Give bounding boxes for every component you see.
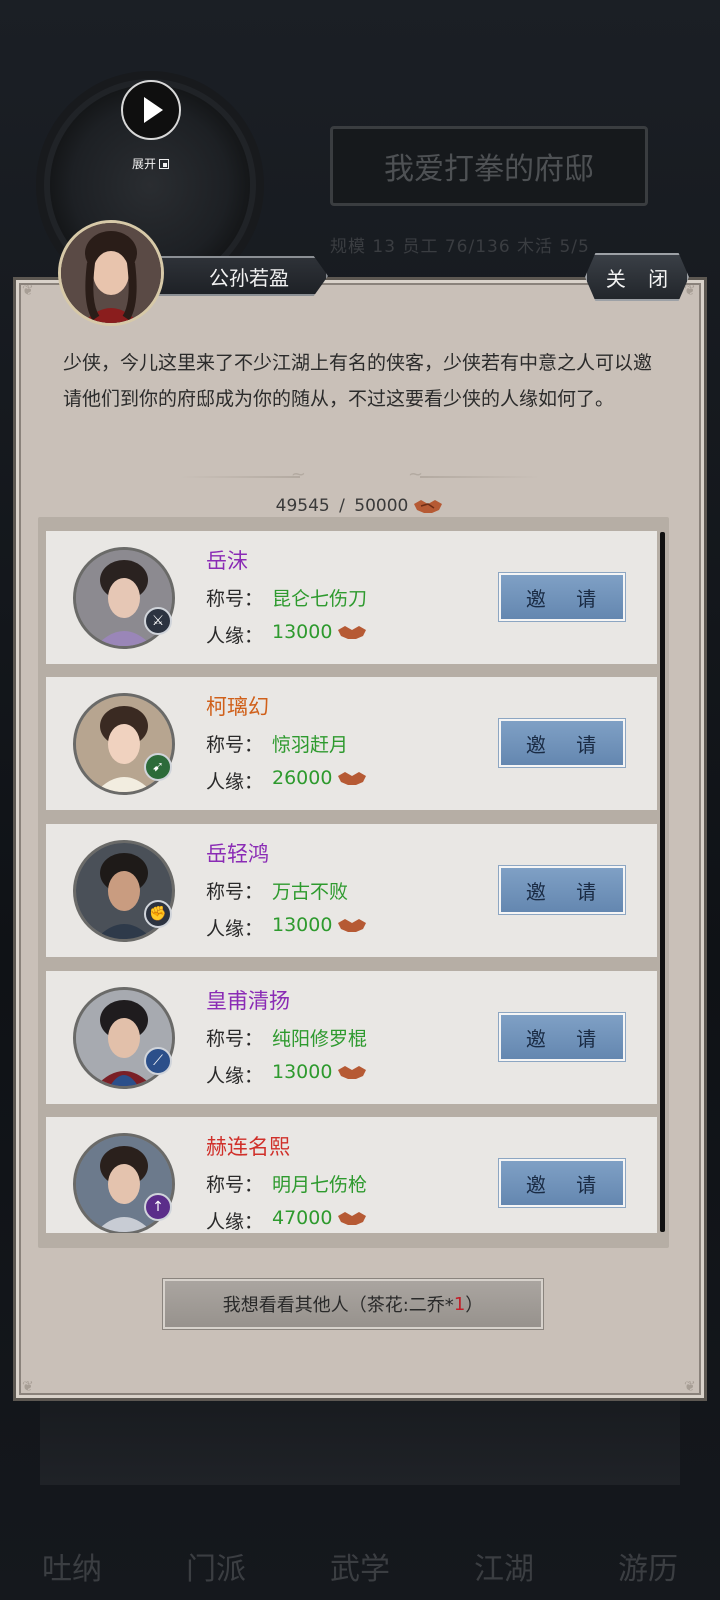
- npc-avatar: [58, 220, 164, 326]
- hero-cost: 47000: [272, 1207, 368, 1229]
- hero-card: ↑ 赫连名熙 称号： 明月七伤枪 人缘： 47000 邀 请: [46, 1117, 657, 1233]
- hero-card: ⟋ 皇甫清扬 称号： 纯阳修罗棍 人缘： 13000 邀 请: [46, 971, 657, 1104]
- popularity-label: 人缘：: [206, 771, 264, 793]
- handshake-icon: [338, 1212, 367, 1225]
- hero-cost: 13000: [272, 914, 368, 936]
- invite-button[interactable]: 邀 请: [498, 1158, 626, 1208]
- nav-wuxue: 武学: [330, 1552, 390, 1587]
- npc-dialog-text: 少侠，今儿这里来了不少江湖上有名的侠客，少侠若有中意之人可以邀请他们到你的府邸成…: [63, 352, 653, 410]
- popularity-current: 49545: [275, 496, 330, 516]
- handshake-icon: [338, 1066, 367, 1079]
- hero-title: 万古不败: [272, 881, 349, 903]
- popularity-label: 人缘：: [206, 1211, 264, 1233]
- list-scrollbar[interactable]: [660, 532, 665, 1232]
- hero-cost-value: 13000: [272, 1061, 333, 1083]
- invite-button[interactable]: 邀 请: [498, 865, 626, 915]
- hero-name: 岳沫: [206, 549, 248, 573]
- close-button[interactable]: 关 闭: [585, 253, 689, 301]
- weapon-fist-icon: ✊: [144, 900, 172, 928]
- title-label: 称号：: [206, 1174, 264, 1196]
- expand-label: 展开: [132, 157, 157, 171]
- popularity-max: 50000: [354, 496, 409, 516]
- nav-tuna: 吐纳: [42, 1552, 102, 1587]
- invite-button[interactable]: 邀 请: [498, 718, 626, 768]
- title-label: 称号：: [206, 881, 264, 903]
- invite-button[interactable]: 邀 请: [498, 1012, 626, 1062]
- see-others-count: 1: [453, 1293, 466, 1315]
- nav-menpai: 门派: [186, 1552, 246, 1587]
- hero-name: 岳轻鸿: [206, 842, 269, 866]
- popularity-counter: 49545 / 50000: [0, 496, 720, 516]
- see-others-button[interactable]: 我想看看其他人（茶花:二乔* 1 ）: [162, 1278, 544, 1330]
- nav-jianghu: 江湖: [474, 1552, 534, 1587]
- hero-cost-value: 26000: [272, 767, 333, 789]
- hero-name: 赫连名熙: [206, 1135, 290, 1159]
- invite-button[interactable]: 邀 请: [498, 572, 626, 622]
- expand-icon: [159, 158, 170, 169]
- handshake-icon: [338, 626, 367, 639]
- popularity-label: 人缘：: [206, 625, 264, 647]
- corner-ornament-icon: ❦: [22, 1379, 34, 1395]
- play-icon: [144, 97, 163, 123]
- handshake-icon: [338, 772, 367, 785]
- popularity-separator: /: [333, 496, 351, 516]
- nav-youli: 游历: [618, 1552, 678, 1587]
- title-label: 称号：: [206, 1028, 264, 1050]
- popularity-label: 人缘：: [206, 1065, 264, 1087]
- divider-left: [180, 464, 306, 485]
- background-nav: 吐纳 门派 武学 江湖 游历: [0, 1495, 720, 1600]
- hero-title: 惊羽赶月: [272, 734, 349, 756]
- title-label: 称号：: [206, 588, 264, 610]
- hero-card: ⚔ 岳沫 称号： 昆仑七伤刀 人缘： 13000 邀 请: [46, 531, 657, 664]
- hero-cost: 26000: [272, 767, 368, 789]
- hero-name: 皇甫清扬: [206, 989, 290, 1013]
- hero-title: 昆仑七伤刀: [272, 588, 368, 610]
- weapon-staff-icon: ⟋: [144, 1047, 172, 1075]
- handshake-icon: [414, 500, 443, 513]
- background-stats: 规模 13 员工 76/136 木活 5/5: [330, 237, 590, 257]
- weapon-feather-icon: ➹: [144, 753, 172, 781]
- hero-cost-value: 47000: [272, 1207, 333, 1229]
- corner-ornament-icon: ❦: [22, 283, 34, 299]
- corner-ornament-icon: ❦: [684, 283, 696, 299]
- hero-cost: 13000: [272, 1061, 368, 1083]
- background-city: [40, 1395, 680, 1485]
- hero-title: 明月七伤枪: [272, 1174, 368, 1196]
- hero-name: 柯璃幻: [206, 695, 269, 719]
- npc-name-plate: 公孙若盈: [150, 256, 328, 296]
- play-button[interactable]: [121, 80, 181, 140]
- handshake-icon: [338, 919, 367, 932]
- see-others-suffix: ）: [465, 1295, 484, 1316]
- corner-ornament-icon: ❦: [684, 1379, 696, 1395]
- title-label: 称号：: [206, 734, 264, 756]
- weapon-blade-icon: ⚔: [144, 607, 172, 635]
- expand-button[interactable]: 展开: [132, 155, 170, 172]
- weapon-spear-icon: ↑: [144, 1193, 172, 1221]
- hero-cost: 13000: [272, 621, 368, 643]
- divider-right: [408, 464, 540, 485]
- background-mansion-title: 我爱打拳的府邸: [330, 126, 648, 206]
- hero-cost-value: 13000: [272, 621, 333, 643]
- hero-cost-value: 13000: [272, 914, 333, 936]
- see-others-prefix: 我想看看其他人（茶花:二乔*: [222, 1295, 454, 1316]
- hero-card: ✊ 岳轻鸿 称号： 万古不败 人缘： 13000 邀 请: [46, 824, 657, 957]
- hero-card: ➹ 柯璃幻 称号： 惊羽赶月 人缘： 26000 邀 请: [46, 677, 657, 810]
- popularity-label: 人缘：: [206, 918, 264, 940]
- hero-title: 纯阳修罗棍: [272, 1028, 368, 1050]
